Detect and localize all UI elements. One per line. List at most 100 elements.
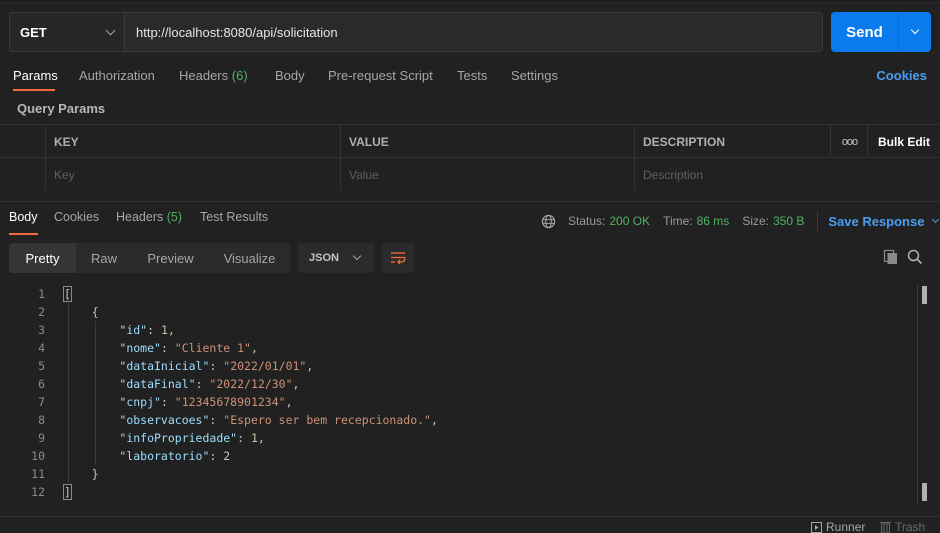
- save-response-label: Save Response: [828, 213, 925, 229]
- value-input[interactable]: Value: [340, 158, 635, 191]
- send-button[interactable]: Send: [831, 12, 899, 52]
- tab-label: Body: [9, 210, 38, 224]
- status-value[interactable]: 200 OK: [609, 214, 650, 228]
- json-string: "Cliente 1": [174, 341, 251, 355]
- json-key: "laboratorio": [119, 449, 210, 463]
- json-string: "Espero ser bem recepcionado.": [223, 413, 431, 427]
- json-punctuation: :: [160, 395, 175, 409]
- query-params-title: Query Params: [17, 101, 106, 116]
- chevron-down-icon: [352, 251, 362, 261]
- json-punctuation: [64, 395, 119, 409]
- wrap-lines-icon: [391, 252, 406, 265]
- tab-headers[interactable]: Headers (6): [179, 68, 248, 83]
- view-pretty-button[interactable]: Pretty: [9, 243, 76, 273]
- format-select[interactable]: JSON: [298, 243, 374, 273]
- more-options-button[interactable]: ooo: [830, 125, 868, 158]
- response-meta: Status: 200 OK Time: 86 ms Size: 350 B Save…: [541, 211, 940, 231]
- url-input[interactable]: http://localhost:8080/api/solicitation: [125, 13, 822, 51]
- wrap-lines-button[interactable]: [382, 243, 414, 273]
- json-key: "nome": [119, 341, 161, 355]
- tab-response-headers[interactable]: Headers (5): [116, 210, 182, 224]
- tab-label: Headers: [179, 68, 229, 83]
- json-punctuation: :: [195, 377, 210, 391]
- description-placeholder: Description: [643, 167, 704, 182]
- json-punctuation: ]: [63, 484, 72, 500]
- json-punctuation: [64, 359, 119, 373]
- size-value[interactable]: 350 B: [773, 214, 804, 228]
- line-number: 4: [38, 341, 45, 355]
- line-number: 7: [38, 395, 45, 409]
- key-placeholder: Key: [54, 167, 75, 182]
- tab-params[interactable]: Params: [13, 68, 58, 83]
- view-raw-button[interactable]: Raw: [76, 243, 132, 273]
- json-punctuation: :: [160, 341, 175, 355]
- code-line: 10 "laboratorio": 2: [0, 447, 920, 465]
- tab-test-results[interactable]: Test Results: [200, 210, 268, 224]
- code-text: "laboratorio": 2: [64, 447, 230, 465]
- json-key: "infoPropriedade": [119, 431, 238, 445]
- code-line: 4 "nome": "Cliente 1",: [0, 339, 920, 357]
- json-punctuation: :: [237, 431, 251, 445]
- request-bar: GET http://localhost:8080/api/solicitati…: [9, 12, 823, 52]
- column-label: DESCRIPTION: [643, 134, 726, 149]
- code-line: 5 "dataInicial": "2022/01/01",: [0, 357, 920, 375]
- code-line: 8 "observacoes": "Espero ser bem recepci…: [0, 411, 920, 429]
- format-label: JSON: [309, 252, 339, 264]
- method-select[interactable]: GET: [10, 13, 125, 51]
- column-header-key: KEY: [45, 125, 341, 158]
- tab-settings[interactable]: Settings: [511, 68, 558, 83]
- json-number: 2: [223, 449, 231, 463]
- json-punctuation: ,: [167, 323, 175, 337]
- json-string: "12345678901234": [174, 395, 286, 409]
- indent-guide: [95, 321, 96, 465]
- tab-body[interactable]: Body: [275, 68, 305, 83]
- tab-label: Test Results: [200, 210, 269, 224]
- json-key: "observacoes": [119, 413, 210, 427]
- line-number: 10: [31, 449, 45, 463]
- active-tab-indicator: [13, 89, 55, 91]
- time-value[interactable]: 86 ms: [697, 214, 730, 228]
- scrollbar[interactable]: [917, 285, 930, 505]
- line-number: 8: [38, 413, 45, 427]
- trash-button[interactable]: Trash: [880, 520, 925, 533]
- code-text: ]: [63, 483, 72, 501]
- response-body-viewer[interactable]: 1[2 {3 "id": 1, 4 "nome": "Cliente 1", 5 "…: [0, 285, 920, 505]
- send-options-button[interactable]: [899, 12, 931, 52]
- pane-divider[interactable]: [0, 190, 940, 202]
- time-label: Time:: [663, 214, 693, 228]
- view-preview-button[interactable]: Preview: [132, 243, 209, 273]
- tab-response-body[interactable]: Body: [9, 210, 38, 224]
- method-label: GET: [20, 24, 47, 40]
- headers-count: (6): [231, 68, 248, 83]
- tab-label: Pre-request Script: [328, 68, 433, 83]
- json-key: "id": [119, 323, 148, 337]
- json-number: 1: [250, 431, 258, 445]
- trash-icon: [880, 522, 891, 533]
- json-punctuation: {: [64, 305, 99, 319]
- json-punctuation: ,: [430, 413, 438, 427]
- search-icon[interactable]: [907, 249, 923, 265]
- cookies-link[interactable]: Cookies: [876, 68, 927, 83]
- globe-icon[interactable]: [541, 214, 556, 229]
- json-key: "cnpj": [119, 395, 161, 409]
- save-response-button[interactable]: Save Response: [828, 213, 940, 229]
- chevron-down-icon: [932, 215, 940, 223]
- line-number: 9: [38, 431, 45, 445]
- code-line: 7 "cnpj": "12345678901234",: [0, 393, 920, 411]
- code-text: "observacoes": "Espero ser bem recepcion…: [64, 411, 438, 429]
- tab-label: Cookies: [54, 210, 100, 224]
- key-input[interactable]: Key: [45, 158, 341, 191]
- runner-button[interactable]: Runner: [811, 520, 865, 533]
- request-tabs: Params Authorization Headers (6) Body Pr…: [0, 62, 940, 92]
- tab-authorization[interactable]: Authorization: [79, 68, 155, 83]
- view-visualize-button[interactable]: Visualize: [209, 243, 290, 273]
- code-line: 2 {: [0, 303, 920, 321]
- description-input[interactable]: Description: [634, 158, 940, 191]
- tab-response-cookies[interactable]: Cookies: [54, 210, 99, 224]
- tab-tests[interactable]: Tests: [457, 68, 487, 83]
- copy-icon[interactable]: [883, 249, 899, 265]
- tab-pre-request-script[interactable]: Pre-request Script: [328, 68, 433, 83]
- bulk-edit-button[interactable]: Bulk Edit: [867, 125, 940, 158]
- json-punctuation: [64, 323, 119, 337]
- line-number: 6: [38, 377, 45, 391]
